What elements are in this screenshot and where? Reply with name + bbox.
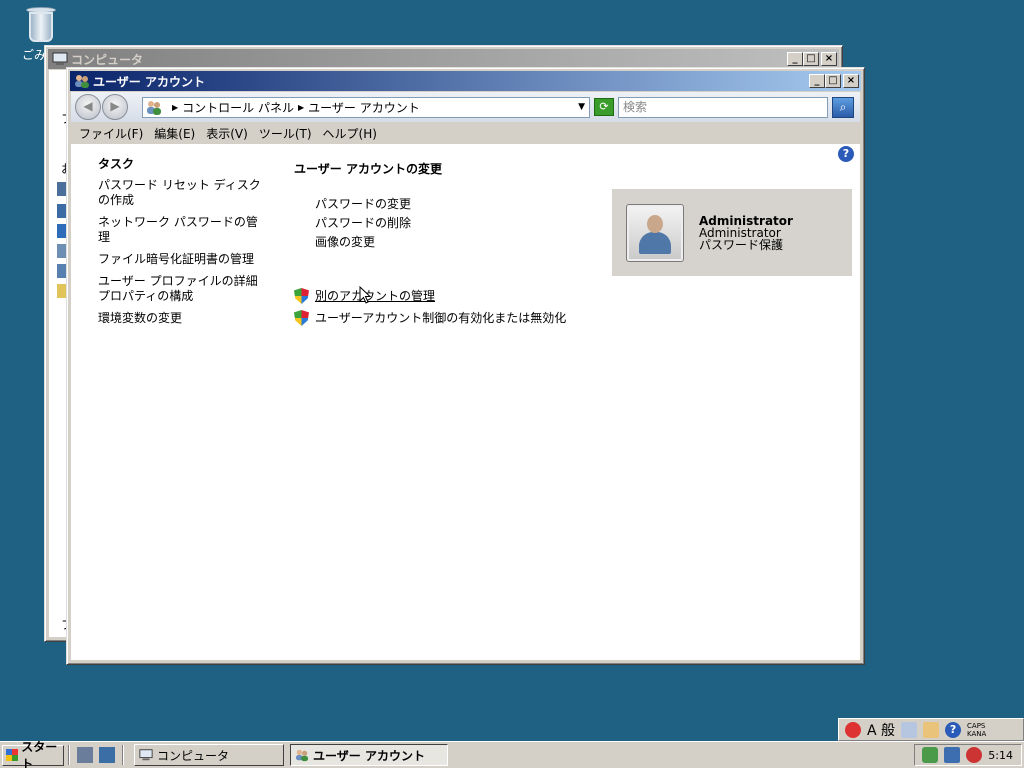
menu-edit[interactable]: 編集(E) xyxy=(150,125,202,142)
start-label: スタート xyxy=(21,740,58,768)
change-password-link[interactable]: パスワードの変更 xyxy=(315,197,594,212)
toggle-uac-row[interactable]: ユーザーアカウント制御の有効化または無効化 xyxy=(294,310,594,326)
manage-another-account-link[interactable]: 別のアカウントの管理 xyxy=(315,289,435,304)
search-icon: ⌕ xyxy=(839,99,847,114)
address-dropdown-icon[interactable]: ▼ xyxy=(578,102,585,112)
menu-bar: ファイル(F) 編集(E) 表示(V) ツール(T) ヘルプ(H) xyxy=(71,123,860,143)
network-status-icon[interactable] xyxy=(944,747,961,763)
address-bar[interactable]: ▶ コントロール パネル ▶ ユーザー アカウント ▼ xyxy=(142,96,590,118)
menu-view[interactable]: 表示(V) xyxy=(202,125,255,142)
user-card: Administrator Administrator パスワード保護 xyxy=(612,189,852,276)
recycle-bin-icon xyxy=(25,4,56,44)
minimize-button[interactable]: _ xyxy=(787,52,803,66)
users-icon xyxy=(295,749,309,762)
users-icon xyxy=(147,101,161,115)
computer-titlebar[interactable]: コンピュータ _ □ × xyxy=(48,49,839,69)
user-name: Administrator xyxy=(699,213,793,228)
search-button[interactable]: ⌕ xyxy=(832,96,854,118)
help-icon[interactable]: ? xyxy=(838,146,854,162)
mouse-cursor-icon xyxy=(359,286,371,304)
avatar xyxy=(626,203,684,262)
minimize-button[interactable]: _ xyxy=(809,74,825,88)
taskbar: スタート コンピュータ ユーザー アカウント 5:14 xyxy=(0,740,1024,768)
back-button[interactable]: ◀ xyxy=(75,94,101,120)
search-input[interactable]: 検索 xyxy=(618,96,828,118)
forward-button[interactable]: ▶ xyxy=(102,94,128,120)
remove-password-link[interactable]: パスワードの削除 xyxy=(315,216,594,231)
ime-pad-icon[interactable] xyxy=(901,721,918,738)
uac-shield-icon xyxy=(294,288,309,304)
menu-tools[interactable]: ツール(T) xyxy=(255,125,319,142)
user-role: Administrator xyxy=(699,225,781,240)
kana-label: KANA xyxy=(967,729,987,738)
volume-muted-icon[interactable] xyxy=(966,747,983,763)
navigation-bar: ◀ ▶ ▶ コントロール パネル ▶ ユーザー アカウント ▼ ⟳ 検索 ⌕ xyxy=(71,92,860,122)
user-accounts-window[interactable]: ユーザー アカウント _ □ × ◀ ▶ ▶ コントロール パネル ▶ ユーザー… xyxy=(66,67,865,665)
window-title: ユーザー アカウント xyxy=(93,74,205,89)
back-arrow-icon: ◀ xyxy=(83,99,93,113)
system-tray: 5:14 xyxy=(914,744,1022,766)
task-manage-network-passwords[interactable]: ネットワーク パスワードの管理 xyxy=(98,215,263,245)
page-title: ユーザー アカウントの変更 xyxy=(294,162,442,176)
taskbar-separator xyxy=(122,745,124,765)
caps-kana-indicator: CAPS KANA xyxy=(967,722,986,738)
breadcrumb-user-accounts[interactable]: ユーザー アカウント xyxy=(308,99,420,116)
close-button[interactable]: × xyxy=(821,52,837,66)
computer-icon xyxy=(139,749,153,761)
windows-logo-icon xyxy=(6,749,19,761)
taskbar-item-user-accounts[interactable]: ユーザー アカウント xyxy=(290,744,448,766)
main-pane: ユーザー アカウントの変更 パスワードの変更 パスワードの削除 画像の変更 別の… xyxy=(294,160,594,332)
breadcrumb-control-panel[interactable]: コントロール パネル xyxy=(182,99,294,116)
user-status: パスワード保護 xyxy=(699,237,784,252)
ime-icon[interactable] xyxy=(845,721,861,738)
task-create-reset-disk[interactable]: パスワード リセット ディスクの作成 xyxy=(98,178,263,208)
start-button[interactable]: スタート xyxy=(2,740,64,768)
help-icon[interactable]: ? xyxy=(945,721,962,738)
tasks-heading: タスク xyxy=(98,157,135,171)
user-accounts-titlebar[interactable]: ユーザー アカウント _ □ × xyxy=(70,71,861,91)
caps-label: CAPS xyxy=(967,721,986,730)
refresh-button[interactable]: ⟳ xyxy=(594,98,614,116)
change-picture-link[interactable]: 画像の変更 xyxy=(315,235,594,250)
close-button[interactable]: × xyxy=(843,74,859,88)
dictionary-icon[interactable] xyxy=(923,721,940,738)
ime-mode-label[interactable]: A 般 xyxy=(867,720,895,740)
refresh-icon: ⟳ xyxy=(599,100,609,113)
task-change-environment-variables[interactable]: 環境変数の変更 xyxy=(98,311,263,326)
toggle-uac-link[interactable]: ユーザーアカウント制御の有効化または無効化 xyxy=(315,311,566,326)
taskbar-item-label: コンピュータ xyxy=(157,748,230,763)
computer-icon xyxy=(52,52,68,65)
language-bar[interactable]: A 般 ? CAPS KANA xyxy=(838,718,1024,741)
menu-file[interactable]: ファイル(F) xyxy=(75,125,150,142)
tasks-pane: タスク パスワード リセット ディスクの作成 ネットワーク パスワードの管理 フ… xyxy=(98,157,263,333)
maximize-button[interactable]: □ xyxy=(825,74,841,88)
taskbar-item-computer[interactable]: コンピュータ xyxy=(134,744,284,766)
content-area: ? タスク パスワード リセット ディスクの作成 ネットワーク パスワードの管理… xyxy=(71,144,860,660)
taskbar-item-label: ユーザー アカウント xyxy=(313,748,425,763)
uac-shield-icon xyxy=(294,310,309,326)
menu-help[interactable]: ヘルプ(H) xyxy=(319,125,384,142)
show-desktop-icon[interactable] xyxy=(99,747,115,763)
forward-arrow-icon: ▶ xyxy=(110,99,120,113)
manage-another-account-row[interactable]: 別のアカウントの管理 xyxy=(294,288,594,304)
task-manage-encryption-certs[interactable]: ファイル暗号化証明書の管理 xyxy=(98,252,263,267)
server-manager-icon[interactable] xyxy=(77,747,93,763)
user-info: Administrator Administrator パスワード保護 xyxy=(699,215,793,251)
taskbar-separator xyxy=(68,745,70,765)
task-configure-profile-properties[interactable]: ユーザー プロファイルの詳細プロパティの構成 xyxy=(98,274,263,304)
clock[interactable]: 5:14 xyxy=(988,749,1013,762)
users-icon xyxy=(75,75,89,88)
breadcrumb-separator-icon: ▶ xyxy=(172,102,179,112)
computer-window-title: コンピュータ xyxy=(71,52,144,67)
maximize-button[interactable]: □ xyxy=(803,52,819,66)
security-icon[interactable] xyxy=(922,747,939,763)
breadcrumb-separator-icon[interactable]: ▶ xyxy=(298,103,304,112)
